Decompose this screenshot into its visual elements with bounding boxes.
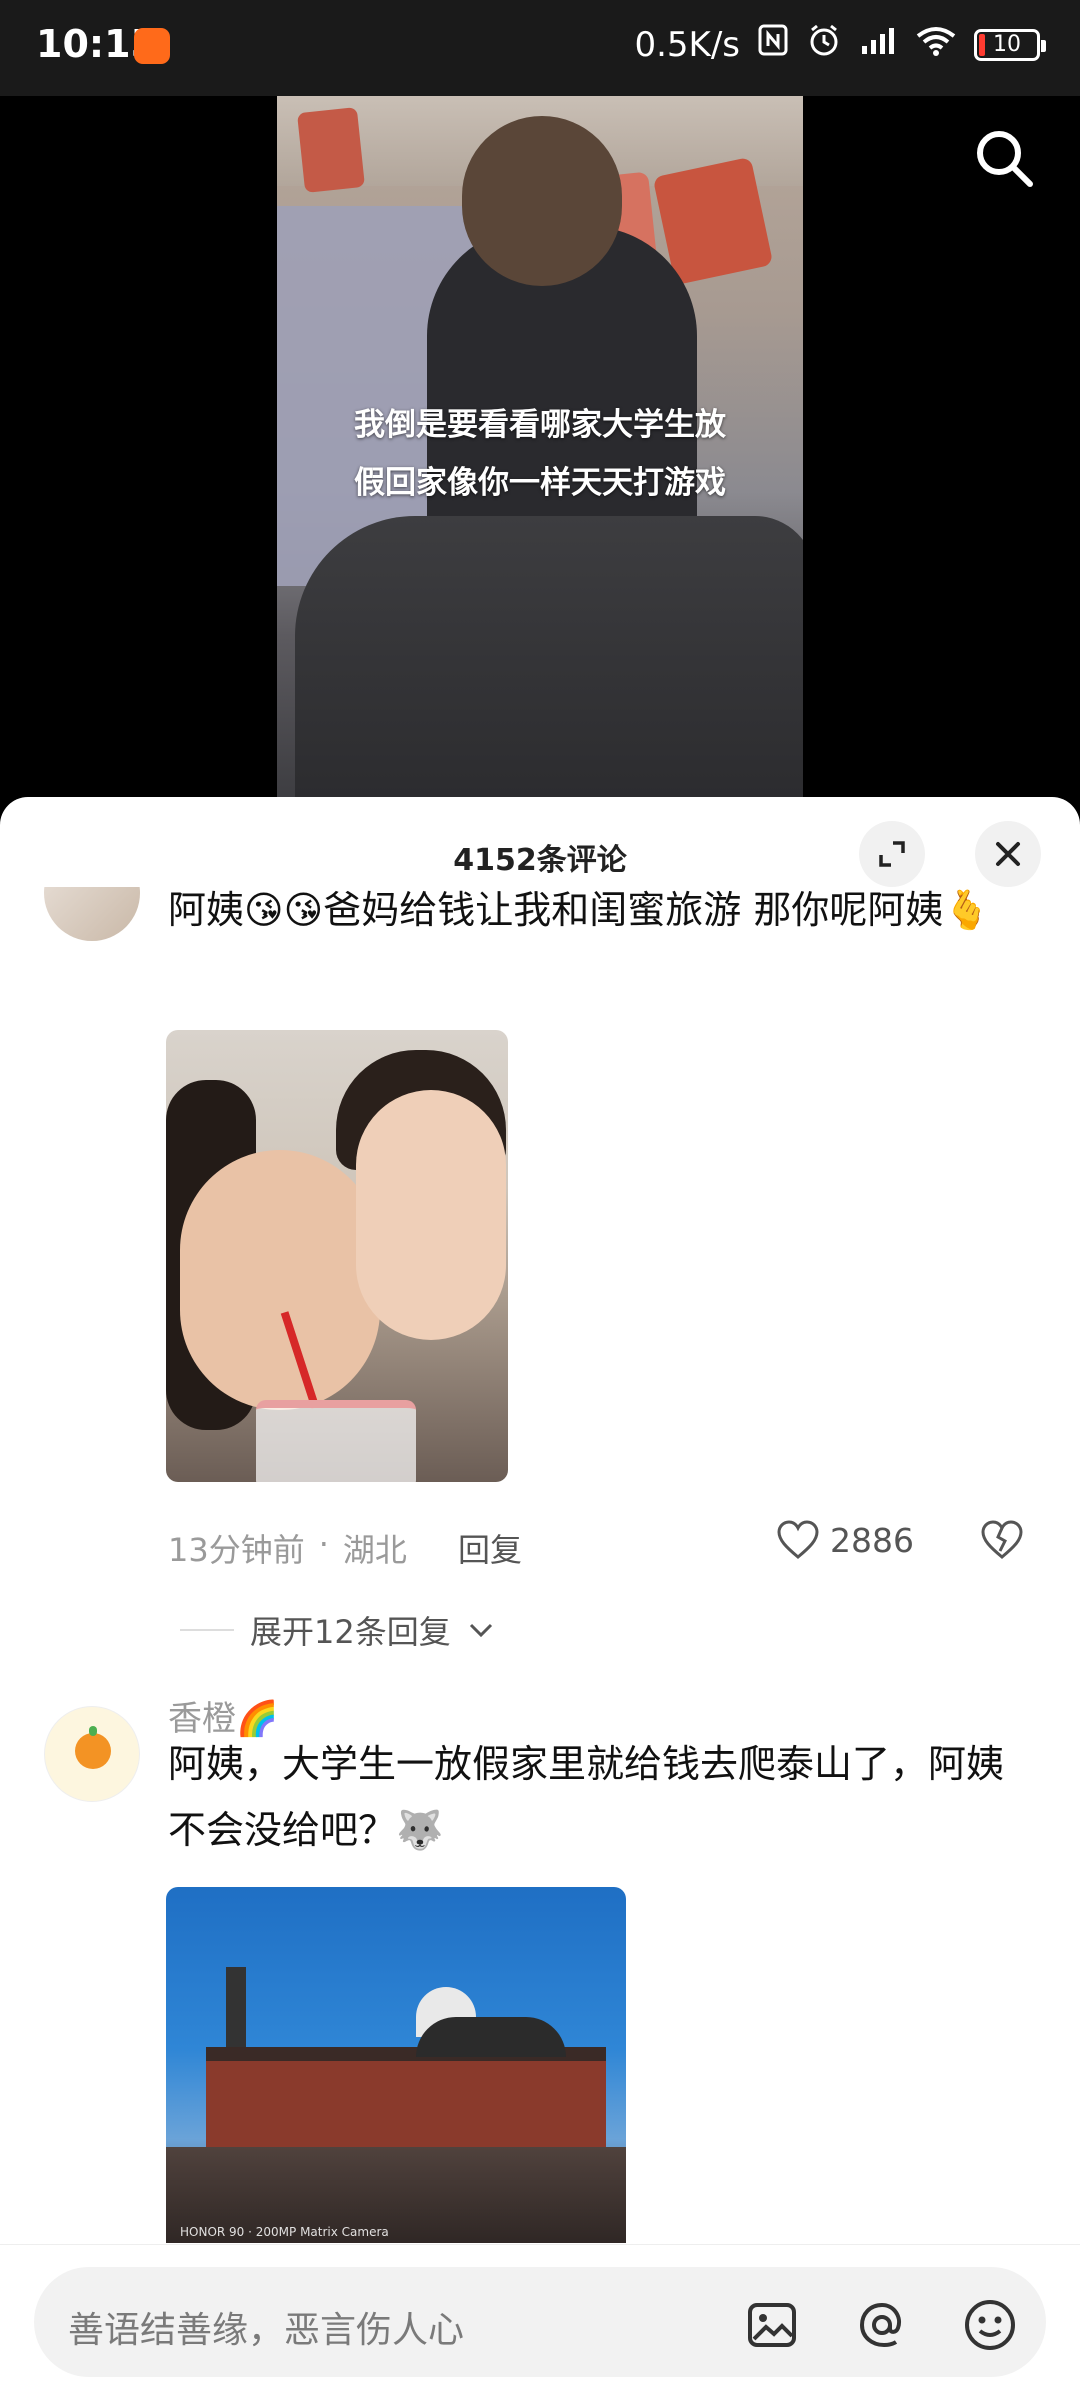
net-speed: 0.5K/s — [634, 24, 740, 65]
avatar[interactable] — [44, 887, 140, 941]
comment-input[interactable]: 善语结善缘，恶言伤人心 — [34, 2267, 1046, 2377]
input-placeholder: 善语结善缘，恶言伤人心 — [68, 2310, 465, 2351]
chevron-down-icon — [469, 1623, 492, 1638]
comment-text: 阿姨，大学生一放假家里就给钱去爬泰山了，阿姨不会没给吧？🐺 — [168, 1742, 1005, 1852]
battery-icon: 10 — [974, 28, 1046, 61]
expand-sheet-button[interactable] — [859, 821, 925, 887]
video-player[interactable]: 我倒是要看看哪家大学生放 假回家像你一样天天打游戏 — [0, 96, 1080, 816]
reply-button[interactable]: 回复 — [458, 1525, 522, 1571]
caption-line-1: 我倒是要看看哪家大学生放 — [354, 407, 726, 443]
comment-photo[interactable]: HONOR 90 · 200MP Matrix Camera — [166, 1887, 626, 2243]
wifi-icon — [916, 25, 956, 65]
comment-text: 阿姨😘😘爸妈给钱让我和闺蜜旅游 那你呢阿姨🫰 — [168, 888, 991, 932]
image-button[interactable] — [744, 2297, 800, 2353]
close-sheet-button[interactable] — [975, 821, 1041, 887]
video-frame: 我倒是要看看哪家大学生放 假回家像你一样天天打游戏 — [277, 96, 803, 816]
comment-input-bar: 善语结善缘，恶言伤人心 — [0, 2244, 1080, 2400]
battery-level: 10 — [993, 31, 1021, 57]
comment-meta: 13分钟前 · 湖北 — [168, 1525, 407, 1569]
expand-replies-label: 展开12条回复 — [250, 1613, 451, 1651]
heart-icon — [777, 1520, 819, 1559]
photo-watermark: HONOR 90 · 200MP Matrix Camera — [180, 2225, 389, 2239]
comment-list: 阿姨😘😘爸妈给钱让我和闺蜜旅游 那你呢阿姨🫰 13分钟前 · 湖北 回复 288… — [0, 887, 1080, 2243]
like-count: 2886 — [830, 1520, 914, 1560]
comment-photo[interactable] — [166, 1030, 508, 1482]
caption-line-2: 假回家像你一样天天打游戏 — [354, 465, 726, 501]
image-icon — [748, 2303, 796, 2347]
status-right-group: 0.5K/s 10 — [634, 22, 1046, 67]
comment-sheet: 4152条评论 阿姨😘😘爸妈给钱让我和闺蜜旅游 那你呢阿姨🫰 13分钟前 · 湖… — [0, 797, 1080, 2400]
broken-heart-icon — [981, 1520, 1023, 1559]
emoji-button[interactable] — [962, 2297, 1018, 2353]
comment-time: 13分钟前 — [168, 1531, 305, 1569]
nfc-icon — [758, 24, 788, 65]
status-bar: 10:15 0.5K/s 10 — [0, 0, 1080, 96]
search-icon — [977, 131, 1033, 187]
search-button[interactable] — [972, 126, 1036, 190]
expand-replies-button[interactable]: 展开12条回复 — [180, 1607, 495, 1653]
alarm-icon — [806, 22, 842, 67]
at-icon — [859, 2302, 901, 2348]
expand-icon — [879, 841, 905, 867]
comment-location: 湖北 — [342, 1531, 407, 1569]
video-caption: 我倒是要看看哪家大学生放 假回家像你一样天天打游戏 — [277, 396, 803, 512]
signal-icon — [860, 25, 898, 65]
avatar[interactable] — [44, 1706, 140, 1802]
emoji: 😘😘 — [244, 888, 324, 932]
like-button[interactable]: 2886 — [776, 1520, 914, 1560]
dislike-button[interactable] — [980, 1519, 1024, 1565]
app-notification-icon — [134, 28, 170, 64]
close-icon — [996, 842, 1020, 866]
mention-button[interactable] — [854, 2297, 910, 2353]
smiley-icon — [965, 2300, 1015, 2350]
emoji: 🐺 — [396, 1808, 444, 1852]
emoji: 🫰 — [943, 888, 991, 932]
